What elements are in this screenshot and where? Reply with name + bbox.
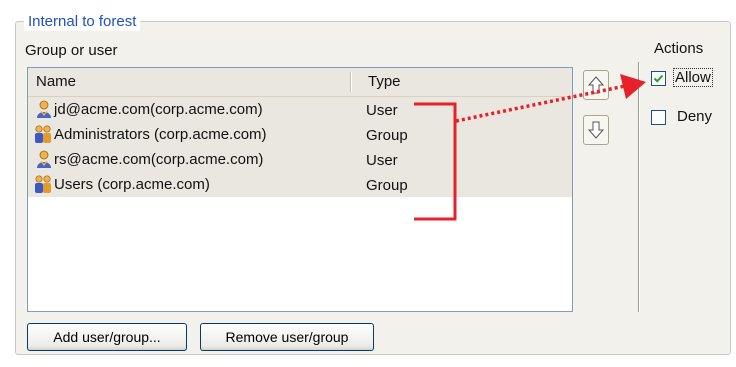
deny-checkbox[interactable] bbox=[651, 110, 666, 125]
user-icon bbox=[37, 100, 51, 118]
move-down-button[interactable] bbox=[583, 115, 609, 145]
column-header-type[interactable]: Type bbox=[368, 73, 401, 91]
column-separator[interactable] bbox=[350, 72, 351, 92]
groupbox-legend: Internal to forest bbox=[24, 13, 141, 31]
arrow-up-icon bbox=[587, 76, 605, 94]
item-type: User bbox=[366, 102, 398, 119]
list-item[interactable]: Users (corp.acme.com) Group bbox=[28, 172, 572, 197]
item-name: Administrators (corp.acme.com) bbox=[54, 126, 267, 143]
allow-label[interactable]: Allow bbox=[673, 68, 713, 87]
list-header: Name Type bbox=[28, 68, 572, 97]
item-name: jd@acme.com(corp.acme.com) bbox=[54, 101, 263, 118]
item-type: User bbox=[366, 152, 398, 169]
allow-label-text: Allow bbox=[673, 68, 713, 87]
list-item[interactable]: jd@acme.com(corp.acme.com) User bbox=[28, 97, 572, 122]
group-icon bbox=[35, 175, 51, 193]
group-icon bbox=[35, 125, 51, 143]
arrow-down-icon bbox=[587, 121, 605, 139]
item-type: Group bbox=[366, 177, 408, 194]
actions-separator bbox=[638, 62, 639, 312]
actions-title: Actions bbox=[654, 40, 704, 57]
remove-user-group-button[interactable]: Remove user/group bbox=[200, 323, 374, 351]
item-type: Group bbox=[366, 127, 408, 144]
principals-list[interactable]: Name Type jd@acme.com(corp.acme.com) Use… bbox=[27, 67, 573, 312]
group-or-user-label: Group or user bbox=[25, 42, 118, 59]
list-body: jd@acme.com(corp.acme.com) User Administ… bbox=[28, 97, 572, 311]
list-item[interactable]: rs@acme.com(corp.acme.com) User bbox=[28, 147, 572, 172]
user-icon bbox=[37, 150, 51, 168]
allow-checkbox[interactable] bbox=[651, 71, 666, 86]
column-header-name[interactable]: Name bbox=[36, 73, 76, 91]
deny-label[interactable]: Deny bbox=[677, 108, 712, 126]
item-name: rs@acme.com(corp.acme.com) bbox=[54, 151, 264, 168]
checkmark-icon bbox=[653, 74, 664, 83]
add-user-group-button[interactable]: Add user/group... bbox=[27, 323, 187, 351]
list-item[interactable]: Administrators (corp.acme.com) Group bbox=[28, 122, 572, 147]
item-name: Users (corp.acme.com) bbox=[54, 176, 210, 193]
move-up-button[interactable] bbox=[583, 70, 609, 100]
